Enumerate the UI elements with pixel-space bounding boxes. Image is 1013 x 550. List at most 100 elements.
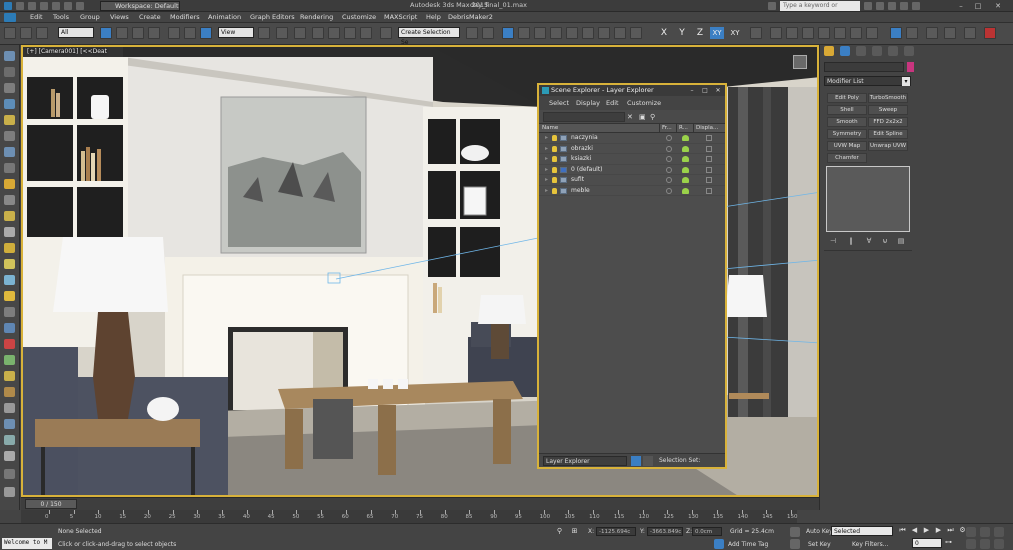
rendered-frame-window-icon[interactable] [614, 27, 626, 39]
utilities-tab-icon[interactable] [904, 46, 914, 56]
display-icon[interactable] [706, 166, 712, 173]
close-icon[interactable]: ✕ [713, 86, 723, 95]
maximize-viewport-icon[interactable] [994, 539, 1004, 549]
layer-row[interactable]: ▸ obrazki [539, 144, 725, 154]
expand-arrow-icon[interactable]: ▸ [545, 155, 548, 162]
object-name-field[interactable] [824, 62, 904, 72]
pan-icon[interactable] [966, 539, 976, 549]
auto-key-button[interactable]: Auto Key [806, 528, 833, 535]
modifier-button[interactable]: Symmetry [827, 129, 867, 139]
display-icon[interactable] [706, 187, 712, 194]
display-icon[interactable] [706, 177, 712, 183]
display-tab-icon[interactable] [888, 46, 898, 56]
column-frozen[interactable]: Fr... [662, 125, 672, 131]
close-icon[interactable]: ✕ [992, 1, 1004, 11]
new-file-icon[interactable] [16, 2, 24, 10]
scene-menu-display[interactable]: Display [576, 99, 600, 107]
menu-tools[interactable]: Tools [53, 13, 69, 21]
toolbar-icon-e[interactable] [834, 27, 846, 39]
viewcube-icon[interactable] [793, 55, 807, 69]
layer-explorer-toggle-icon[interactable] [631, 456, 641, 466]
lightbulb-icon[interactable] [552, 177, 557, 183]
z-coordinate-field[interactable]: 0.0cm [692, 527, 722, 536]
set-key-button[interactable]: Set Key [808, 541, 831, 548]
subscription-icon[interactable] [876, 2, 884, 10]
menu-edit[interactable]: Edit [30, 13, 43, 21]
hierarchy-tab-icon[interactable] [856, 46, 866, 56]
key-filters-button[interactable]: Key Filters... [852, 541, 889, 548]
next-frame-icon[interactable]: ▶ [934, 526, 943, 535]
make-unique-icon[interactable]: ∀ [864, 237, 874, 246]
spinner-snap-icon[interactable] [360, 27, 372, 39]
tool-6-icon[interactable] [4, 131, 15, 141]
expand-arrow-icon[interactable]: ▸ [545, 176, 548, 183]
app-logo-icon[interactable] [4, 2, 12, 10]
key-mode-toggle-icon[interactable]: ⊶ [944, 538, 953, 547]
tool-10-icon[interactable] [4, 195, 15, 205]
menu-debrismaker[interactable]: DebrisMaker2 [448, 13, 493, 21]
lightbulb-icon[interactable] [552, 145, 557, 152]
edit-named-selection-icon[interactable] [380, 27, 392, 39]
pivot-center-icon[interactable] [258, 27, 270, 39]
lock-icon[interactable]: ⚲ [555, 527, 564, 536]
absolute-mode-icon[interactable]: ⊞ [570, 527, 579, 536]
tool-9-icon[interactable] [4, 179, 15, 189]
tool-18-icon[interactable] [4, 323, 15, 333]
previous-frame-icon[interactable]: ◀ [910, 526, 919, 535]
layer-name[interactable]: naczynia [571, 134, 598, 141]
tool-19-icon[interactable] [4, 339, 15, 349]
tool-16-icon[interactable] [4, 291, 15, 301]
lightbulb-icon[interactable] [552, 135, 557, 141]
rotate-icon[interactable] [184, 27, 196, 39]
menu-group[interactable]: Group [80, 13, 100, 21]
display-icon[interactable] [706, 145, 712, 152]
column-display[interactable]: Displa... [696, 125, 718, 131]
modifier-button[interactable]: Edit Poly [827, 93, 867, 103]
tool-26-icon[interactable] [4, 451, 15, 461]
select-by-name-icon[interactable] [116, 27, 128, 39]
add-time-tag[interactable]: Add Time Tag [728, 541, 768, 548]
render-teapot-icon[interactable] [984, 27, 996, 39]
curve-editor-icon[interactable] [550, 27, 562, 39]
axis-x-button[interactable]: X [658, 27, 670, 39]
orbit-icon[interactable] [980, 539, 990, 549]
modifier-button[interactable]: UVW Map [827, 141, 867, 151]
tool-24-icon[interactable] [4, 419, 15, 429]
layer-name[interactable]: 0 (default) [571, 166, 603, 173]
toolbar-icon-b[interactable] [786, 27, 798, 39]
axis-xy-button[interactable]: XY [710, 27, 724, 39]
toolbar-icon-d[interactable] [818, 27, 830, 39]
scene-menu-select[interactable]: Select [549, 99, 569, 107]
menu-maxscript[interactable]: MAXScript [384, 13, 417, 21]
expand-arrow-icon[interactable]: ▸ [545, 134, 548, 141]
render-teapot-icon[interactable] [682, 145, 689, 152]
move-icon[interactable] [168, 27, 180, 39]
minimize-icon[interactable]: – [687, 86, 697, 95]
menu-help[interactable]: Help [426, 13, 441, 21]
tool-4-icon[interactable] [4, 99, 15, 109]
tool-28-icon[interactable] [4, 487, 15, 497]
open-file-icon[interactable] [28, 2, 36, 10]
menu-animation[interactable]: Animation [208, 13, 241, 21]
tool-20-icon[interactable] [4, 355, 15, 365]
pin-stack-icon[interactable]: ⊣ [828, 237, 838, 246]
render-teapot-icon[interactable] [682, 177, 689, 183]
tool-17-icon[interactable] [4, 307, 15, 317]
time-slider-bar[interactable]: 0 / 150 [21, 497, 819, 510]
toolbar-icon-h[interactable] [906, 27, 918, 39]
angle-snap-icon[interactable] [328, 27, 340, 39]
go-to-start-icon[interactable]: ⏮ [898, 526, 907, 535]
tool-1-icon[interactable] [4, 51, 15, 61]
remove-modifier-icon[interactable]: ⊌ [880, 237, 890, 246]
selection-filter-dropdown[interactable]: All [58, 27, 94, 38]
menu-create[interactable]: Create [139, 13, 161, 21]
display-icon[interactable] [706, 135, 712, 141]
freeze-icon[interactable] [666, 166, 672, 173]
tool-8-icon[interactable] [4, 163, 15, 173]
configure-modifier-sets-icon[interactable]: ▤ [896, 237, 906, 246]
minimize-icon[interactable]: – [955, 1, 967, 11]
expand-arrow-icon[interactable]: ▸ [545, 166, 548, 173]
render-teapot-icon[interactable] [682, 135, 689, 141]
modifier-button[interactable]: TurboSmooth [868, 93, 908, 103]
project-folder-icon[interactable] [76, 2, 84, 10]
